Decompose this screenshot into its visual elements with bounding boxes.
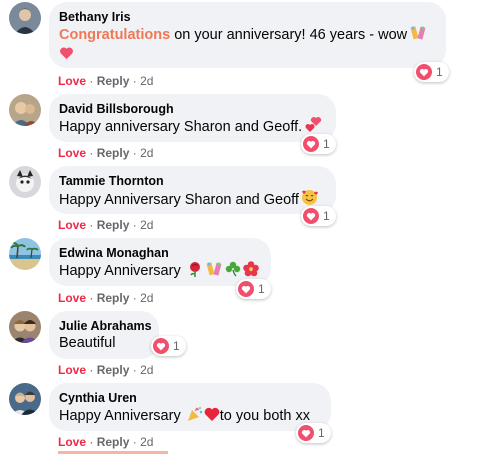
avatar[interactable] bbox=[9, 238, 41, 270]
timestamp[interactable]: 2d bbox=[140, 146, 153, 160]
separator: · bbox=[132, 435, 141, 449]
timestamp[interactable]: 2d bbox=[140, 363, 153, 377]
comment-text-body: Happy anniversary Sharon and Geoff. bbox=[59, 119, 303, 135]
comment-bubble: Tammie Thornton Happy Anniversary Sharon… bbox=[49, 166, 336, 214]
love-reaction-icon bbox=[303, 136, 319, 152]
separator: · bbox=[132, 363, 141, 377]
love-button[interactable]: Love bbox=[58, 146, 86, 160]
love-reaction-icon bbox=[303, 208, 319, 224]
separator: · bbox=[132, 218, 141, 232]
comment-text: Happy anniversary Sharon and Geoff. bbox=[59, 117, 326, 137]
party-popper-emoji-icon bbox=[187, 406, 204, 422]
reply-button[interactable]: Reply bbox=[97, 435, 130, 449]
comment-author[interactable]: Bethany Iris bbox=[59, 9, 436, 25]
avatar[interactable] bbox=[9, 166, 41, 198]
avatar[interactable] bbox=[9, 311, 41, 343]
reaction-summary[interactable]: 1 bbox=[296, 423, 331, 443]
heart-emoji-icon bbox=[59, 46, 74, 60]
comment-author[interactable]: Julie Abrahams bbox=[59, 318, 152, 334]
reaction-count: 1 bbox=[318, 426, 325, 440]
comment-bubble: Cynthia Uren Happy Anniversary to you bo… bbox=[49, 383, 331, 431]
comment-text: Happy Anniversary bbox=[59, 261, 261, 281]
reaction-count: 1 bbox=[323, 137, 330, 151]
comment-author[interactable]: Cynthia Uren bbox=[59, 390, 321, 406]
comment-text-body: Beautiful bbox=[59, 335, 116, 351]
love-reaction-icon bbox=[298, 425, 314, 441]
separator: · bbox=[89, 291, 97, 305]
reply-button[interactable]: Reply bbox=[97, 291, 130, 305]
avatar[interactable] bbox=[9, 383, 41, 415]
reply-button[interactable]: Reply bbox=[97, 363, 130, 377]
separator: · bbox=[132, 291, 141, 305]
timestamp[interactable]: 2d bbox=[140, 435, 153, 449]
avatar[interactable] bbox=[9, 2, 41, 34]
comment-bubble: Julie Abrahams Beautiful bbox=[49, 311, 159, 359]
rose-emoji-icon bbox=[187, 261, 203, 277]
reply-button[interactable]: Reply bbox=[97, 74, 130, 88]
separator: · bbox=[89, 363, 97, 377]
comment-actions: Love · Reply · 2d bbox=[58, 434, 153, 450]
avatar[interactable] bbox=[9, 94, 41, 126]
comment-actions: Love · Reply · 2d bbox=[58, 290, 153, 306]
reaction-summary[interactable]: 1 bbox=[236, 279, 271, 299]
reaction-summary[interactable]: 1 bbox=[414, 62, 449, 82]
separator: · bbox=[89, 146, 97, 160]
two-hearts-emoji-icon bbox=[304, 117, 322, 133]
comment-actions: Love · Reply · 2d bbox=[58, 217, 153, 233]
comment-bubble: David Billsborough Happy anniversary Sha… bbox=[49, 94, 336, 142]
reply-button[interactable]: Reply bbox=[97, 146, 130, 160]
comment-actions: Love · Reply · 2d bbox=[58, 145, 153, 161]
reaction-count: 1 bbox=[258, 282, 265, 296]
divider bbox=[58, 451, 168, 454]
comment-text-body: to you both xx bbox=[219, 408, 311, 424]
comment-bubble: Edwina Monaghan Happy Anniversary bbox=[49, 238, 271, 286]
comment-actions: Love · Reply · 2d bbox=[58, 362, 153, 378]
heart-emoji-icon bbox=[204, 407, 220, 422]
comment-author[interactable]: Tammie Thornton bbox=[59, 173, 326, 189]
comment-author[interactable]: David Billsborough bbox=[59, 101, 326, 117]
comment-text-line2 bbox=[59, 45, 436, 64]
comment-text-body: Happy Anniversary bbox=[59, 263, 181, 279]
comment-author[interactable]: Edwina Monaghan bbox=[59, 245, 261, 261]
love-button[interactable]: Love bbox=[58, 218, 86, 232]
hibiscus-emoji-icon bbox=[242, 261, 259, 277]
celebration-emoji-icon bbox=[409, 25, 427, 41]
smiling-face-with-hearts-emoji-icon bbox=[301, 189, 318, 206]
celebration-emoji-icon bbox=[205, 261, 223, 277]
highlighted-text[interactable]: Congratulations bbox=[59, 27, 170, 43]
separator: · bbox=[132, 74, 141, 88]
reaction-count: 1 bbox=[323, 209, 330, 223]
separator: · bbox=[132, 146, 141, 160]
separator: · bbox=[89, 74, 97, 88]
comment-text: Happy Anniversary to you both xx bbox=[59, 406, 321, 426]
separator: · bbox=[89, 218, 97, 232]
reaction-count: 1 bbox=[173, 339, 180, 353]
love-button[interactable]: Love bbox=[58, 363, 86, 377]
reaction-summary[interactable]: 1 bbox=[301, 206, 336, 226]
love-reaction-icon bbox=[416, 64, 432, 80]
comment-text: Beautiful bbox=[59, 334, 149, 353]
reaction-summary[interactable]: 1 bbox=[301, 134, 336, 154]
love-button[interactable]: Love bbox=[58, 74, 86, 88]
comment-actions: Love · Reply · 2d bbox=[58, 73, 153, 89]
separator: · bbox=[89, 435, 97, 449]
shamrock-emoji-icon bbox=[225, 261, 241, 277]
timestamp[interactable]: 2d bbox=[140, 218, 153, 232]
comment-text: Happy Anniversary Sharon and Geoff bbox=[59, 189, 326, 210]
timestamp[interactable]: 2d bbox=[140, 74, 153, 88]
love-button[interactable]: Love bbox=[58, 291, 86, 305]
reply-button[interactable]: Reply bbox=[97, 218, 130, 232]
comment-text-body: Happy Anniversary bbox=[59, 408, 181, 424]
reaction-summary[interactable]: 1 bbox=[151, 336, 186, 356]
love-reaction-icon bbox=[238, 281, 254, 297]
comment-text-body: Happy Anniversary Sharon and Geoff bbox=[59, 192, 299, 208]
love-reaction-icon bbox=[153, 338, 169, 354]
timestamp[interactable]: 2d bbox=[140, 291, 153, 305]
reaction-count: 1 bbox=[436, 65, 443, 79]
comment-bubble: Bethany Iris Congratulations on your ann… bbox=[49, 2, 446, 68]
comment-text: Congratulations on your anniversary! 46 … bbox=[59, 25, 436, 45]
comment-text-body: on your anniversary! 46 years - wow bbox=[170, 27, 408, 43]
love-button[interactable]: Love bbox=[58, 435, 86, 449]
